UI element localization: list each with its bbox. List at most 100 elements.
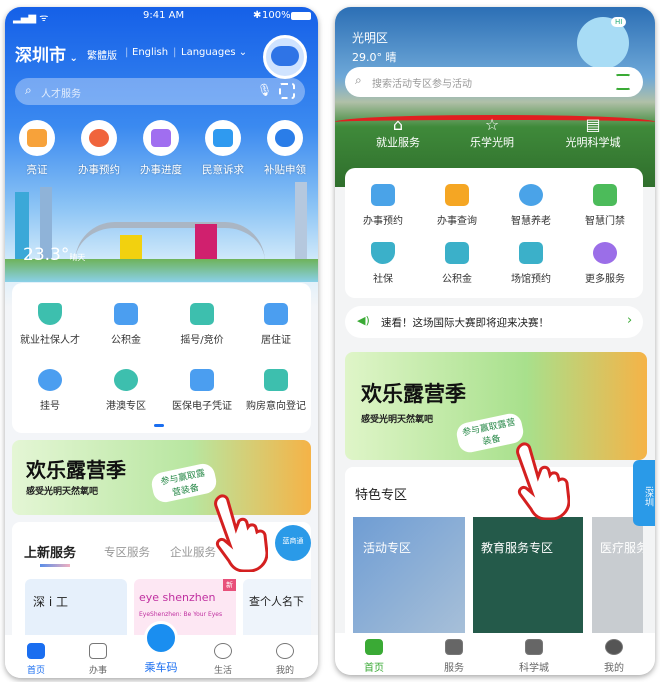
city-selector[interactable]: 深圳市 ⌄ [15,41,78,66]
scan-icon[interactable] [615,74,631,90]
grid-item-residence-permit[interactable]: 居住证 [240,303,312,346]
bottom-nav: 首页 办事 乘车码 生活 我的 [5,621,318,678]
status-time: 9:41 AM [143,10,185,21]
pointing-hand-icon [214,494,268,572]
nav-home[interactable]: 首页 [11,643,61,676]
speaker-icon: ◀) [357,314,370,327]
train-icon [275,129,295,147]
grid-item-house-purchase[interactable]: 购房意向登记 [240,369,312,412]
home-icon [365,639,383,655]
forward-icon [151,129,171,147]
grid-item-medical-insurance[interactable]: 医保电子凭证 [166,369,238,412]
nav-mine[interactable]: 我的 [260,643,310,676]
i-shenzhen-side-tab[interactable]: i深圳 [633,460,655,526]
venue-clock-icon [519,242,543,264]
tab-zone-services[interactable]: 专区服务 [104,544,150,560]
user-icon [276,643,294,659]
grid-item-smart-access[interactable]: 智慧门禁 [569,184,641,227]
search-input[interactable]: ⌕ 人才服务 🎙 [15,78,305,105]
nav-services[interactable]: 服务 [429,639,479,674]
lanshangtong-float-button[interactable]: 蓝商通 [275,525,311,561]
link-employment[interactable]: ⌂ 就业服务 [363,115,433,150]
grid-item-employment[interactable]: 就业社保人才 [14,303,86,346]
page-indicator [154,424,164,427]
status-bar: ▂▄▆ ᯤ 9:41 AM ✱ 100% [5,7,318,25]
house-yuan-icon [114,303,138,325]
grid-item-license-lottery[interactable]: 摇号/竞价 [166,303,238,346]
building-icon [264,369,288,391]
service-card-shen-i-gong[interactable]: 深 i 工 [25,579,127,640]
section-title: 特色专区 [355,488,408,503]
grid-item-elderly-care[interactable]: 智慧养老 [495,184,567,227]
crown-icon [445,639,463,655]
city-skyline-image [5,177,318,282]
search-icon: ⌕ [25,83,32,97]
guangming-app-screen: 光明区 29.0° 晴 HI ⌕ 搜索活动专区参与活动 ⌂ 就业服务 ☆ 乐学光明 … [335,7,655,675]
zone-card-medical[interactable]: 医疗服务 [592,517,643,637]
house-yuan-icon [445,242,469,264]
microphone-icon[interactable]: 🎙 [257,83,272,97]
scan-icon[interactable] [279,83,295,99]
battery-level: 100% [262,10,291,21]
grid-item-venue-booking[interactable]: 场馆预约 [495,242,567,285]
more-icon [593,242,617,264]
send-icon [89,643,107,659]
link-learning[interactable]: ☆ 乐学光明 [457,115,527,150]
link-science-city[interactable]: ▤ 光明科学城 [553,115,633,150]
plus-icon [38,369,62,391]
document-search-icon [445,184,469,206]
shenzhen-app-screen: ▂▄▆ ᯤ 9:41 AM ✱ 100% 深圳市 ⌄ 繁體版 | English… [5,7,318,678]
grid-item-query[interactable]: 办事查询 [421,184,493,227]
bus-code-icon[interactable] [144,621,178,655]
pointing-hand-icon [516,442,570,520]
grid-item-housing-fund[interactable]: 公积金 [421,242,493,285]
languages-dropdown[interactable]: Languages ⌄ [181,47,247,58]
nav-life[interactable]: 生活 [198,643,248,676]
mascot-avatar[interactable]: HI [577,17,629,69]
service-grid: 就业社保人才 公积金 摇号/竞价 居住证 挂号 港澳专区 医保电子凭证 购房意向… [12,283,311,433]
bottom-nav: 首页 服务 科学城 我的 [335,633,655,675]
battery-icon [291,12,311,20]
search-input[interactable]: ⌕ 搜索活动专区参与活动 [345,67,643,97]
traditional-chinese-link[interactable]: 繁體版 [87,47,117,62]
bank-icon: ⌂ [392,115,404,134]
quick-action-subsidy[interactable] [267,120,303,156]
district-name[interactable]: 光明区 [352,29,388,46]
camping-banner[interactable]: 欢乐露营季 感受光明天然氧吧 参与赢取露营装备 [345,352,647,460]
id-card-icon [264,303,288,325]
quick-action-appointment[interactable] [81,120,117,156]
bridge-icon [114,369,138,391]
shield-check-icon [371,242,395,264]
door-icon [593,184,617,206]
nav-bus-code[interactable]: 乘车码 [136,659,186,675]
grid-item-appointment[interactable]: 办事预约 [347,184,419,227]
nav-home[interactable]: 首页 [349,639,399,674]
nav-mine[interactable]: 我的 [589,639,639,674]
english-link[interactable]: English [132,47,168,58]
zone-card-education[interactable]: 教育服务专区 [473,517,583,637]
zone-card-activities[interactable]: 活动专区 [353,517,465,637]
grid-item-housing-fund[interactable]: 公积金 [90,303,162,346]
nav-affairs[interactable]: 办事 [73,643,123,676]
chevron-right-icon: › [627,313,633,328]
tab-new-services[interactable]: 上新服务 [24,542,76,561]
service-card-personal-check[interactable]: 查个人名下 [243,579,311,640]
grid-item-registration[interactable]: 挂号 [14,369,86,412]
home-icon [27,643,45,659]
weather-widget[interactable]: 23.3°晴天 [23,245,85,265]
search-icon: ⌕ [355,73,362,87]
message-icon [213,129,233,147]
quick-action-progress[interactable] [143,120,179,156]
heart-icon [214,643,232,659]
grid-item-social-security[interactable]: 社保 [347,242,419,285]
weather-text: 29.0° 晴 [352,51,397,64]
quick-action-show-id[interactable] [19,120,55,156]
quick-action-feedback[interactable] [205,120,241,156]
nav-science-city[interactable]: 科学城 [509,639,559,674]
grid-item-more-services[interactable]: 更多服务 [569,242,641,285]
grid-item-hk-macau[interactable]: 港澳专区 [90,369,162,412]
calendar-icon [371,184,395,206]
mascot-avatar[interactable] [263,35,307,79]
notice-bar[interactable]: ◀) 速看！这场国际大赛即将迎来决赛！ › [345,306,643,338]
building-icon: ▤ [585,115,601,134]
